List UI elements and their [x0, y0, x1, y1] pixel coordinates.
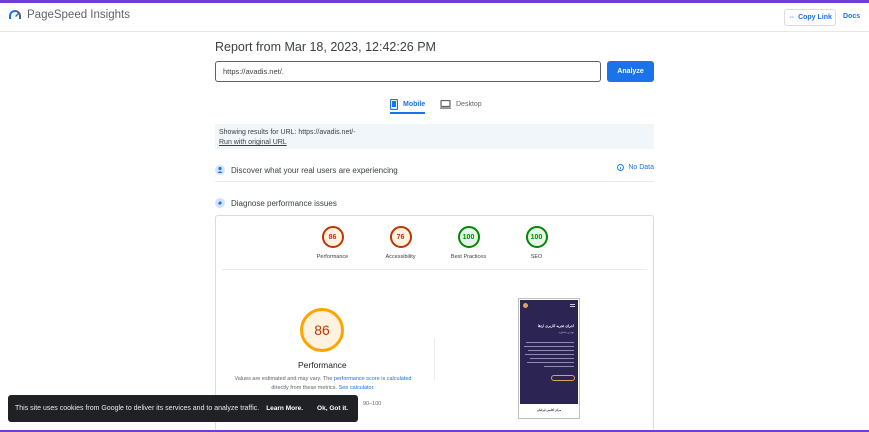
gauge-accessibility-score: 76 — [389, 226, 412, 248]
diagnose-label: Diagnose performance issues — [231, 198, 337, 208]
gauge-seo-label: SEO — [530, 254, 543, 260]
vertical-divider — [434, 338, 435, 380]
preview-menu-icon — [570, 304, 575, 307]
performance-heading: Performance — [298, 360, 347, 370]
copy-link-label: Copy Link — [798, 14, 832, 21]
gauge-seo[interactable]: 100 SEO — [516, 226, 558, 260]
diagnose-icon — [215, 198, 225, 208]
cookie-text: This site uses cookies from Google to de… — [15, 405, 260, 412]
copy-link-button[interactable]: ⇔ Copy Link — [784, 9, 836, 26]
page-screenshot-preview: اجرای تجربه کاربری ارتقا بهترین مشاوره م… — [518, 298, 580, 419]
url-input[interactable] — [215, 61, 601, 82]
gauge-performance-score: 86 — [321, 226, 344, 248]
gauge-performance[interactable]: 86 Performance — [312, 226, 354, 260]
got-it-button[interactable]: Ok, Got it. — [317, 405, 348, 412]
logo[interactable]: PageSpeed Insights — [8, 9, 130, 21]
desktop-icon — [440, 99, 451, 109]
gauge-best-practices-score: 100 — [457, 226, 480, 248]
showing-suffix: - — [353, 129, 356, 136]
gauge-best-practices-label: Best Practices — [450, 254, 487, 260]
info-icon — [617, 164, 625, 171]
gauge-best-practices[interactable]: 100 Best Practices — [448, 226, 490, 260]
note-text-a: Values are estimated and may vary. The — [234, 376, 333, 382]
discover-label: Discover what your real users are experi… — [231, 165, 398, 175]
tab-desktop-label: Desktop — [456, 100, 482, 108]
learn-more-link[interactable]: Learn More. — [266, 405, 303, 412]
preview-footer: مرکز اکادمی ایرانیان — [537, 408, 561, 412]
cookie-banner: This site uses cookies from Google to de… — [8, 395, 358, 422]
preview-text-line — [525, 354, 574, 355]
score-calculated-link[interactable]: performance score is calculated — [334, 376, 412, 382]
gauge-performance-label: Performance — [316, 254, 349, 260]
link-icon: ⇔ — [788, 14, 796, 21]
analyze-button[interactable]: Analyze — [607, 61, 654, 82]
gauge-seo-score: 100 — [525, 226, 548, 248]
preview-text-line — [524, 346, 574, 347]
preview-text-line — [527, 362, 574, 363]
preview-button — [551, 375, 575, 381]
docs-link[interactable]: Docs — [843, 13, 860, 20]
gauge-accessibility-label: Accessibility — [385, 254, 416, 260]
divider — [222, 269, 647, 270]
see-calculator-link[interactable]: See calculator. — [339, 385, 375, 391]
preview-text-line — [526, 342, 574, 343]
tab-mobile-label: Mobile — [403, 100, 426, 108]
gauge-accessibility[interactable]: 76 Accessibility — [380, 226, 422, 260]
pagespeed-logo-icon — [9, 10, 21, 19]
no-data-label: No Data — [628, 164, 654, 171]
diagnose-section-header: Diagnose performance issues — [215, 194, 654, 212]
preview-subheading: بهترین مشاوره — [558, 331, 574, 334]
score-range-legend: 90–100 — [363, 401, 382, 407]
performance-note: Values are estimated and may vary. The p… — [230, 375, 416, 393]
users-icon — [215, 165, 225, 175]
tab-desktop[interactable]: Desktop — [440, 96, 482, 112]
preview-heading: اجرای تجربه کاربری ارتقا — [537, 324, 574, 328]
mobile-icon — [390, 98, 398, 110]
app-header: PageSpeed Insights ⇔ Copy Link Docs — [0, 3, 869, 32]
preview-text-line — [528, 350, 574, 351]
page-title: Report from Mar 18, 2023, 12:42:26 PM — [215, 40, 436, 54]
showing-results-text: Showing results for URL: https://avadis.… — [219, 128, 650, 138]
preview-screen: اجرای تجربه کاربری ارتقا بهترین مشاوره — [520, 300, 578, 404]
run-original-url-link[interactable]: Run with original URL — [219, 138, 650, 148]
note-text-b: directly from these metrics. — [271, 385, 338, 391]
app-title: PageSpeed Insights — [27, 9, 130, 21]
performance-score-gauge: 86 — [300, 308, 344, 352]
tab-mobile[interactable]: Mobile — [390, 96, 425, 112]
discover-section-header[interactable]: Discover what your real users are experi… — [215, 159, 654, 182]
preview-text-line — [530, 358, 574, 359]
preview-text-line — [544, 366, 574, 367]
preview-logo-icon — [523, 303, 528, 308]
no-data-indicator: No Data — [617, 164, 654, 171]
showing-url-text: Showing results for URL: https://avadis.… — [219, 129, 354, 136]
score-gauges: 86 Performance 76 Accessibility 100 Best… — [216, 226, 653, 260]
tab-selected-indicator — [390, 112, 425, 114]
showing-results-banner: Showing results for URL: https://avadis.… — [215, 124, 654, 149]
